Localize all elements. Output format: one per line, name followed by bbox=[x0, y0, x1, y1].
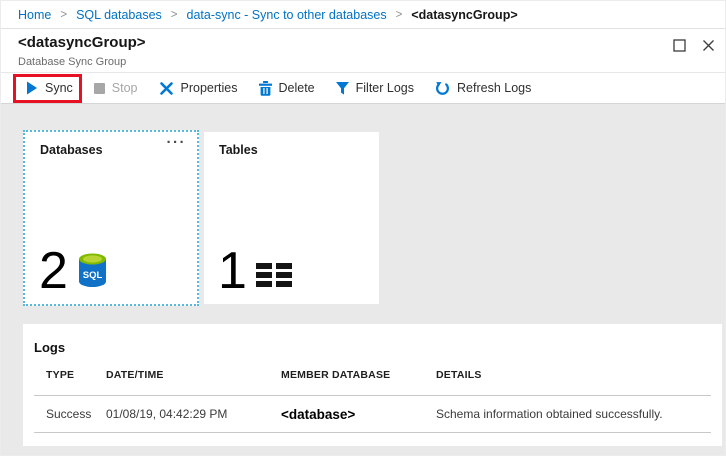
table-rows-icon bbox=[256, 263, 292, 287]
breadcrumb-separator: > bbox=[171, 9, 178, 21]
properties-button[interactable]: Properties bbox=[159, 81, 238, 96]
breadcrumb-separator: > bbox=[396, 9, 403, 21]
sync-button[interactable]: Sync bbox=[26, 81, 73, 95]
datasync-group-window: Home > SQL databases > data-sync - Sync … bbox=[0, 0, 726, 456]
window-controls bbox=[672, 38, 716, 53]
logs-panel: Logs TYPE DATE/TIME MEMBER DATABASE DETA… bbox=[23, 324, 722, 446]
sql-icon-label: SQL bbox=[83, 270, 103, 281]
log-details: Schema information obtained successfully… bbox=[436, 407, 722, 421]
logs-table-header: TYPE DATE/TIME MEMBER DATABASE DETAILS bbox=[23, 366, 722, 384]
databases-tile-title: Databases bbox=[40, 143, 103, 157]
sync-button-label: Sync bbox=[45, 81, 73, 95]
filter-logs-button-label: Filter Logs bbox=[356, 81, 414, 95]
log-row[interactable]: Success 01/08/19, 04:42:29 PM <database>… bbox=[23, 396, 722, 432]
refresh-logs-button[interactable]: Refresh Logs bbox=[435, 81, 531, 96]
breadcrumb: Home > SQL databases > data-sync - Sync … bbox=[1, 1, 725, 29]
logs-title: Logs bbox=[23, 324, 722, 355]
divider bbox=[34, 432, 711, 433]
tables-tile[interactable]: Tables 1 bbox=[204, 132, 379, 304]
crossed-tools-icon bbox=[159, 81, 174, 96]
logs-column-details: DETAILS bbox=[436, 369, 722, 381]
databases-tile[interactable]: Databases ··· 2 SQL bbox=[23, 130, 199, 306]
stop-button-label: Stop bbox=[112, 81, 138, 95]
refresh-logs-button-label: Refresh Logs bbox=[457, 81, 531, 95]
log-datetime: 01/08/19, 04:42:29 PM bbox=[106, 407, 281, 421]
breadcrumb-current-page: <datasyncGroup> bbox=[411, 8, 517, 22]
databases-tile-body: 2 SQL bbox=[39, 250, 108, 293]
breadcrumb-sql-databases[interactable]: SQL databases bbox=[76, 8, 162, 22]
filter-logs-button[interactable]: Filter Logs bbox=[336, 81, 414, 95]
tables-tile-title: Tables bbox=[219, 143, 258, 157]
breadcrumb-home[interactable]: Home bbox=[18, 8, 51, 22]
content-area: Databases ··· 2 SQL Tables 1 bbox=[1, 104, 725, 455]
delete-button-label: Delete bbox=[279, 81, 315, 95]
breadcrumb-separator: > bbox=[60, 9, 67, 21]
log-type: Success bbox=[46, 407, 106, 421]
logs-column-member-database: MEMBER DATABASE bbox=[281, 369, 436, 381]
logs-column-type: TYPE bbox=[46, 369, 106, 381]
page-subtitle: Database Sync Group bbox=[18, 56, 126, 68]
tables-tile-body: 1 bbox=[218, 250, 292, 293]
stop-square-icon bbox=[94, 83, 105, 94]
breadcrumb-data-sync[interactable]: data-sync - Sync to other databases bbox=[187, 8, 387, 22]
trash-icon bbox=[259, 81, 272, 96]
sql-database-icon: SQL bbox=[77, 252, 108, 289]
ellipsis-icon[interactable]: ··· bbox=[167, 134, 187, 151]
play-icon bbox=[26, 81, 38, 95]
stop-button[interactable]: Stop bbox=[94, 81, 138, 95]
databases-count: 2 bbox=[39, 250, 68, 293]
properties-button-label: Properties bbox=[181, 81, 238, 95]
command-toolbar: Sync Stop Properties bbox=[1, 72, 725, 104]
page-title: <datasyncGroup> bbox=[18, 34, 146, 51]
page-header: <datasyncGroup> Database Sync Group bbox=[1, 29, 725, 72]
log-member-database: <database> bbox=[281, 407, 436, 422]
delete-button[interactable]: Delete bbox=[259, 81, 315, 96]
refresh-arrow-icon bbox=[435, 81, 450, 96]
tables-count: 1 bbox=[218, 250, 247, 293]
logs-column-datetime: DATE/TIME bbox=[106, 369, 281, 381]
filter-funnel-icon bbox=[336, 82, 349, 95]
maximize-icon[interactable] bbox=[672, 38, 687, 53]
close-icon[interactable] bbox=[701, 38, 716, 53]
